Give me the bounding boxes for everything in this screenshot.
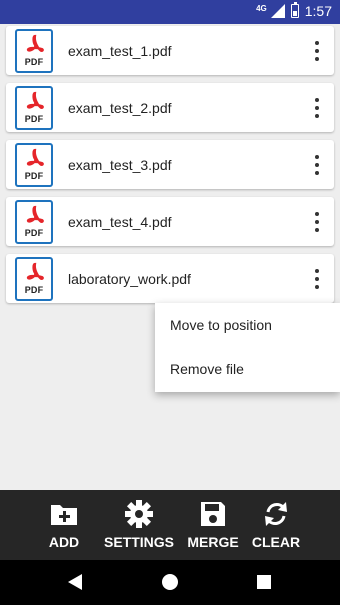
gear-icon [125,500,153,528]
menu-item-move-to-position[interactable]: Move to position [155,303,340,347]
file-name: exam_test_2.pdf [68,99,172,116]
more-options-icon[interactable] [314,98,320,118]
pdf-file-icon: PDF [15,199,53,244]
file-item[interactable]: PDF exam_test_4.pdf [6,197,334,246]
pdf-icon-label: PDF [24,284,44,295]
navigation-bar [0,560,340,605]
pdf-icon-label: PDF [24,227,44,238]
status-bar: 4G 1:57 [0,0,340,24]
battery-icon [290,2,299,18]
pdf-icon-label: PDF [24,56,44,67]
file-name: laboratory_work.pdf [68,270,191,287]
clear-button[interactable]: CLEAR [250,498,302,550]
add-label: ADD [48,534,80,550]
file-name: exam_test_1.pdf [68,42,172,59]
more-options-icon[interactable] [314,155,320,175]
network-type: 4G [256,3,267,13]
pdf-file-icon: PDF [15,142,53,187]
merge-label: MERGE [187,534,239,550]
clock: 1:57 [304,3,332,19]
clear-label: CLEAR [251,534,301,550]
more-options-icon[interactable] [314,41,320,61]
add-button[interactable]: ADD [46,498,82,550]
file-name: exam_test_3.pdf [68,156,172,173]
file-item[interactable]: PDF exam_test_3.pdf [6,140,334,189]
file-item[interactable]: PDF exam_test_2.pdf [6,83,334,132]
add-folder-icon [51,505,77,525]
refresh-icon [265,502,287,526]
recent-apps-icon[interactable] [257,575,271,589]
merge-button[interactable]: MERGE [186,498,240,550]
pdf-file-icon: PDF [15,28,53,73]
menu-item-remove-file[interactable]: Remove file [155,347,340,391]
file-item[interactable]: PDF laboratory_work.pdf [6,254,334,303]
file-list: PDF exam_test_1.pdf PDF exam_test_2.pdf … [6,26,334,311]
file-item[interactable]: PDF exam_test_1.pdf [6,26,334,75]
file-name: exam_test_4.pdf [68,213,172,230]
file-options-menu: Move to position Remove file [155,303,340,392]
more-options-icon[interactable] [314,269,320,289]
save-icon [201,502,225,526]
settings-label: SETTINGS [104,534,175,550]
pdf-icon-label: PDF [24,170,44,181]
back-icon[interactable] [68,574,82,590]
home-icon[interactable] [162,574,178,590]
pdf-file-icon: PDF [15,256,53,301]
signal-icon [270,4,285,18]
settings-button[interactable]: SETTINGS [104,498,174,550]
pdf-file-icon: PDF [15,85,53,130]
pdf-icon-label: PDF [24,113,44,124]
bottom-toolbar: ADD SETTINGS MERGE CLEAR [0,490,340,560]
more-options-icon[interactable] [314,212,320,232]
